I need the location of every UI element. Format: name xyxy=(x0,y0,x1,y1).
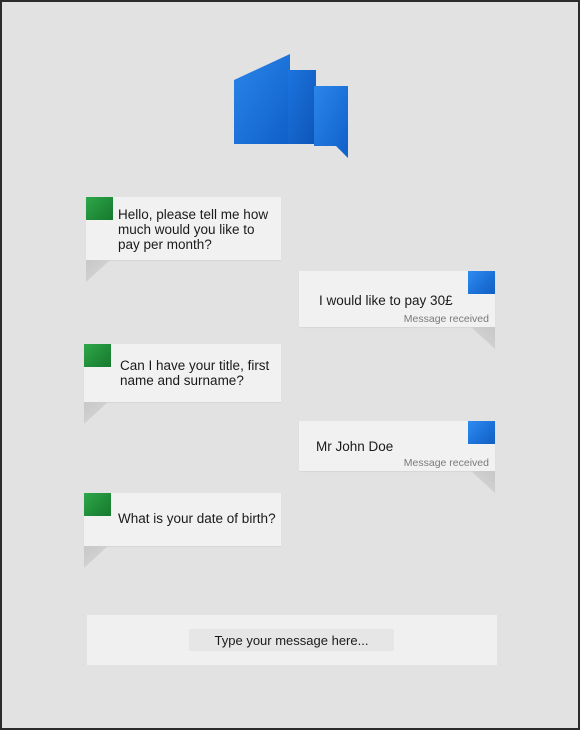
message-text: Can I have your title, first name and su… xyxy=(120,358,270,388)
user-indicator-icon xyxy=(468,271,495,294)
message-bot-2: Can I have your title, first name and su… xyxy=(84,344,281,424)
message-text: Mr John Doe xyxy=(316,439,394,454)
message-input[interactable] xyxy=(189,629,394,651)
bubble-tail xyxy=(86,260,110,282)
message-status: Message received xyxy=(403,457,489,469)
message-bot-1: Hello, please tell me how much would you… xyxy=(86,197,281,282)
bubble-tail xyxy=(471,471,495,493)
message-bot-3: What is your date of birth? xyxy=(84,493,281,568)
message-text: What is your date of birth? xyxy=(118,511,276,526)
bot-indicator-icon xyxy=(84,493,111,516)
bubble-tail xyxy=(84,402,108,424)
bubble-tail xyxy=(84,546,108,568)
bubble-tail xyxy=(471,327,495,349)
chat-window: Hello, please tell me how much would you… xyxy=(0,0,580,730)
message-user-2: Mr John Doe Message received xyxy=(299,421,495,493)
message-text: Hello, please tell me how much would you… xyxy=(118,207,269,252)
message-status: Message received xyxy=(403,313,489,325)
bot-indicator-icon xyxy=(84,344,111,367)
message-user-1: I would like to pay 30£ Message received xyxy=(299,271,495,349)
user-indicator-icon xyxy=(468,421,495,444)
bot-indicator-icon xyxy=(86,197,113,220)
message-composer xyxy=(87,615,497,665)
message-text: I would like to pay 30£ xyxy=(319,293,453,308)
chat-bubbles-icon xyxy=(232,54,350,160)
